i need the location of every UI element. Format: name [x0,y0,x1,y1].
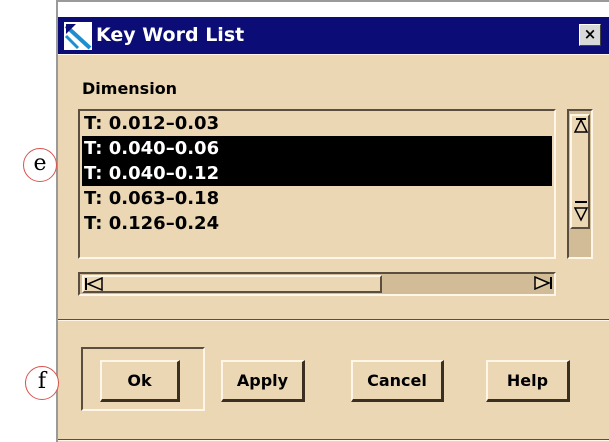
ok-button[interactable]: Ok [100,360,180,402]
scroll-left-arrow-icon[interactable] [85,277,105,291]
list-item[interactable]: T: 0.012–0.03 [82,111,552,136]
scroll-right-arrow-icon[interactable] [532,276,552,290]
separator-light [58,320,609,321]
separator-bottom-light [58,440,609,441]
dimension-listbox[interactable]: T: 0.012–0.03 T: 0.040–0.06 T: 0.040–0.1… [78,109,556,259]
callout-e: e [23,148,57,182]
window-title: Key Word List [96,24,245,46]
horizontal-scroll-thumb[interactable] [82,275,382,293]
list-item[interactable]: T: 0.126–0.24 [82,211,552,236]
app-icon [64,22,92,50]
close-button[interactable]: × [579,24,601,46]
apply-button[interactable]: Apply [221,360,305,402]
horizontal-scrollbar[interactable] [78,272,556,296]
scroll-down-arrow-icon[interactable] [573,200,589,222]
title-bar[interactable]: Key Word List × [58,17,609,54]
callout-f: f [25,366,59,400]
list-item[interactable]: T: 0.063–0.18 [82,186,552,211]
help-button[interactable]: Help [486,360,570,402]
vertical-scroll-thumb[interactable] [570,114,590,229]
vertical-scrollbar[interactable] [567,109,593,259]
cancel-button[interactable]: Cancel [351,360,444,402]
list-label: Dimension [82,79,178,98]
close-icon: × [583,25,597,43]
frame-line-top [56,0,609,2]
list-item-selected[interactable]: T: 0.040–0.06 [82,136,552,161]
key-word-list-dialog: Key Word List × Dimension T: 0.012–0.03 … [58,17,609,442]
separator-top-dark [58,54,609,55]
list-item-selected[interactable]: T: 0.040–0.12 [82,161,552,186]
scroll-up-arrow-icon[interactable] [573,118,589,134]
